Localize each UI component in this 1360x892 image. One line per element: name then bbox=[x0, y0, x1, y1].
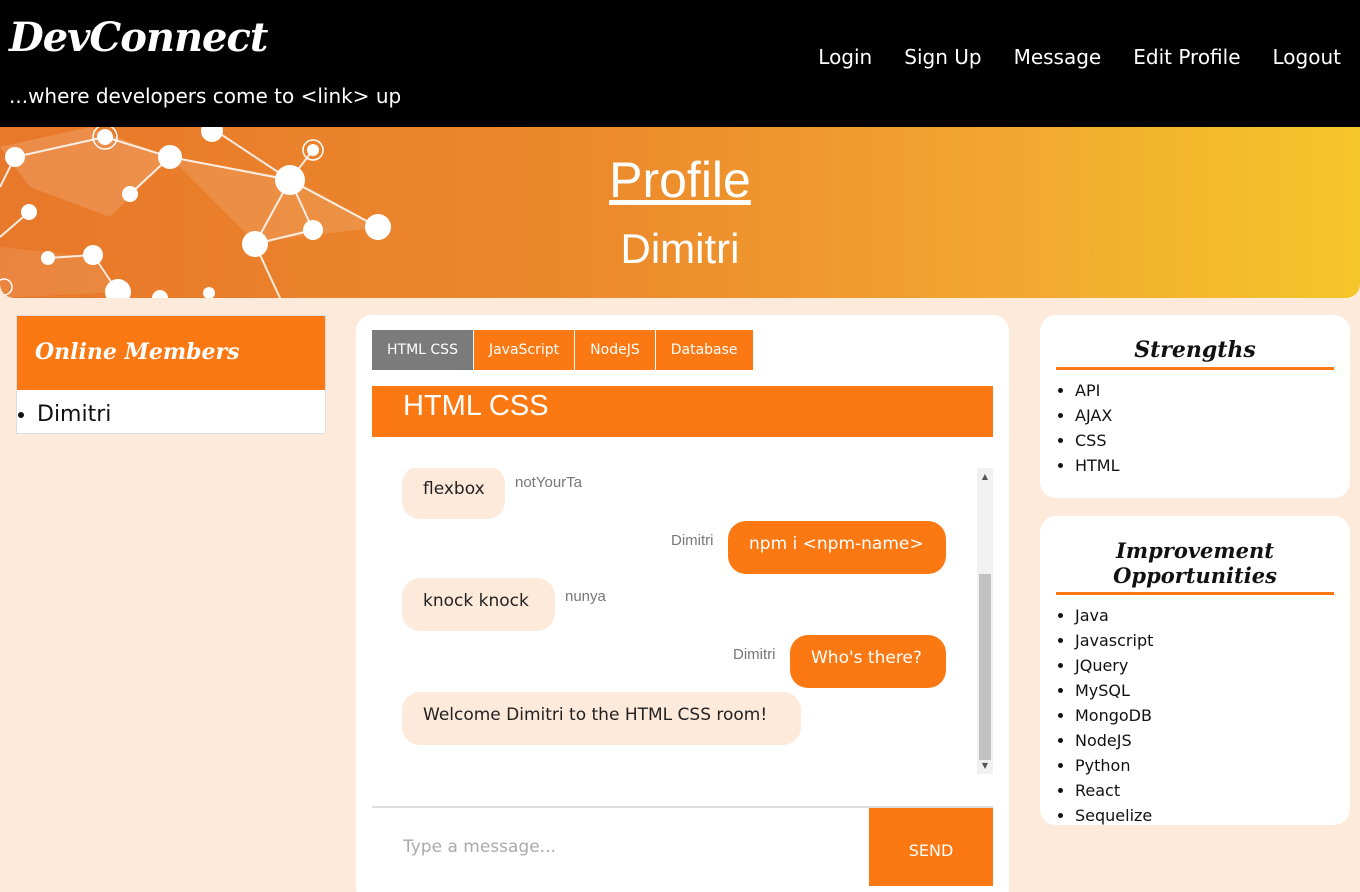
improvement-title: Improvement Opportunities bbox=[1056, 538, 1334, 595]
message-sender: Dimitri bbox=[671, 532, 714, 549]
improvement-item: Python bbox=[1075, 753, 1350, 778]
improvement-item: Javascript bbox=[1075, 628, 1350, 653]
arrow-down-icon[interactable]: ▼ bbox=[977, 761, 993, 770]
online-members-panel: Online Members Dimitri bbox=[16, 315, 326, 434]
strengths-title: Strengths bbox=[1056, 337, 1334, 370]
message-sender: nunya bbox=[565, 588, 606, 605]
nav-edit-profile-link[interactable]: Edit Profile bbox=[1133, 45, 1240, 69]
online-members-list: Dimitri bbox=[17, 402, 325, 427]
message-scrollbar[interactable]: ▲ ▼ bbox=[977, 468, 993, 774]
nav-message-link[interactable]: Message bbox=[1014, 45, 1102, 69]
online-member-item[interactable]: Dimitri bbox=[37, 402, 325, 427]
chat-room-tabs: HTML CSS JavaScript NodeJS Database bbox=[372, 330, 754, 370]
improvement-item: Sequelize bbox=[1075, 803, 1350, 828]
tagline: ...where developers come to <link> up bbox=[9, 84, 402, 108]
tab-javascript[interactable]: JavaScript bbox=[473, 330, 576, 370]
message-sender: Dimitri bbox=[733, 646, 776, 663]
improvement-item: NodeJS bbox=[1075, 728, 1350, 753]
main-nav: Login Sign Up Message Edit Profile Logou… bbox=[818, 45, 1341, 69]
chat-card: HTML CSS JavaScript NodeJS Database HTML… bbox=[356, 315, 1009, 892]
message-bubble: npm i <npm-name> bbox=[728, 521, 946, 574]
message-list[interactable]: flexbox notYourTa Dimitri npm i <npm-nam… bbox=[372, 468, 993, 774]
profile-banner: Profile Dimitri bbox=[0, 127, 1360, 298]
improvement-list: Java Javascript JQuery MySQL MongoDB Nod… bbox=[1040, 603, 1350, 828]
improvement-item: MySQL bbox=[1075, 678, 1350, 703]
improvement-item: MongoDB bbox=[1075, 703, 1350, 728]
tab-nodejs[interactable]: NodeJS bbox=[575, 330, 656, 370]
online-members-title: Online Members bbox=[17, 316, 325, 390]
scrollbar-thumb[interactable] bbox=[979, 574, 991, 760]
strength-item: API bbox=[1075, 378, 1350, 403]
improvement-item: React bbox=[1075, 778, 1350, 803]
strength-item: AJAX bbox=[1075, 403, 1350, 428]
profile-name: Dimitri bbox=[620, 225, 740, 272]
message-bubble: Welcome Dimitri to the HTML CSS room! bbox=[402, 692, 801, 745]
strength-item: CSS bbox=[1075, 428, 1350, 453]
brand-logo[interactable]: DevConnect bbox=[9, 14, 268, 61]
strengths-card: Strengths API AJAX CSS HTML bbox=[1040, 315, 1350, 498]
message-bubble: Who's there? bbox=[790, 635, 946, 688]
message-composer: SEND bbox=[372, 806, 993, 886]
tab-html-css[interactable]: HTML CSS bbox=[372, 330, 474, 370]
send-button[interactable]: SEND bbox=[869, 808, 993, 886]
nav-login-link[interactable]: Login bbox=[818, 45, 872, 69]
strength-item: HTML bbox=[1075, 453, 1350, 478]
chat-room-title: HTML CSS bbox=[372, 386, 993, 437]
nav-logout-link[interactable]: Logout bbox=[1273, 45, 1341, 69]
nav-signup-link[interactable]: Sign Up bbox=[904, 45, 981, 69]
message-bubble: flexbox bbox=[402, 468, 505, 519]
strengths-list: API AJAX CSS HTML bbox=[1040, 378, 1350, 478]
tab-database[interactable]: Database bbox=[655, 330, 754, 370]
top-navbar: DevConnect ...where developers come to <… bbox=[0, 0, 1360, 127]
message-input[interactable] bbox=[372, 808, 869, 886]
improvement-item: Java bbox=[1075, 603, 1350, 628]
message-sender: notYourTa bbox=[515, 474, 583, 491]
message-bubble: knock knock bbox=[402, 578, 555, 631]
arrow-up-icon[interactable]: ▲ bbox=[977, 472, 993, 481]
page-title: Profile bbox=[609, 152, 751, 208]
improvement-item: JQuery bbox=[1075, 653, 1350, 678]
improvement-card: Improvement Opportunities Java Javascrip… bbox=[1040, 516, 1350, 825]
